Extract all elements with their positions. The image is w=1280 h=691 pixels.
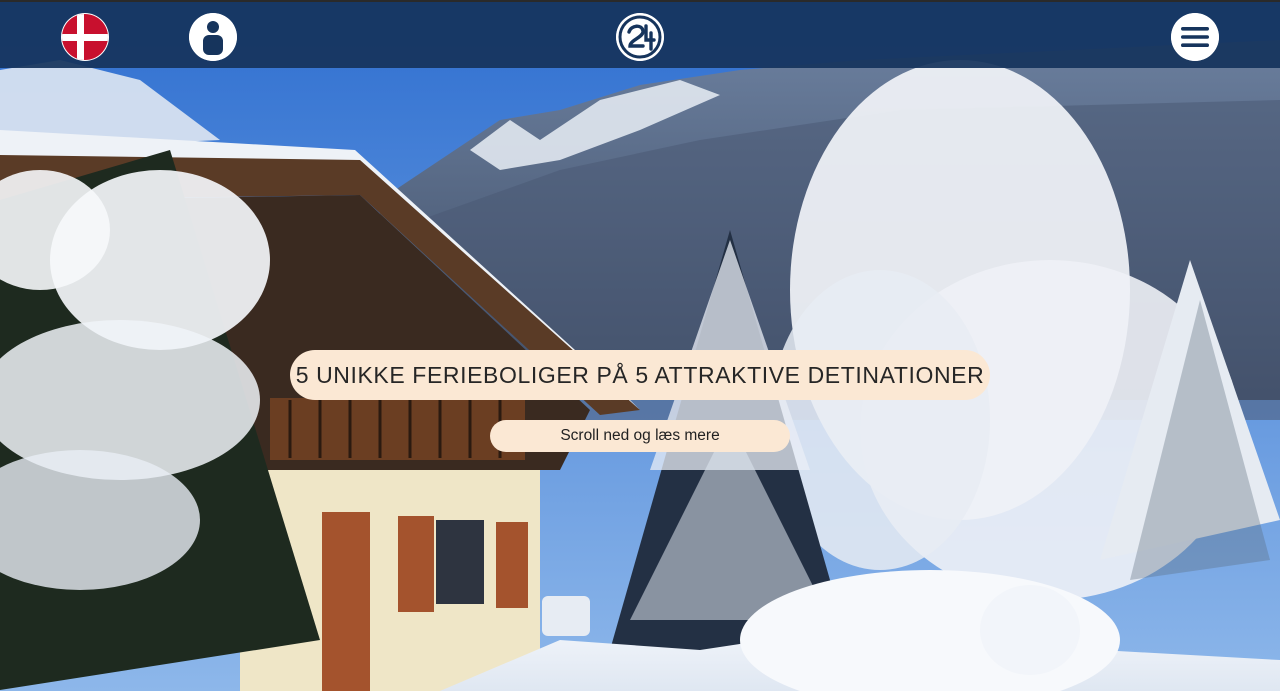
user-icon xyxy=(189,13,237,61)
brand-logo-icon xyxy=(616,13,664,61)
main-menu-button[interactable] xyxy=(1171,13,1219,61)
home-logo-button[interactable] xyxy=(616,13,664,61)
top-navigation-bar xyxy=(0,0,1280,68)
scroll-down-button[interactable]: Scroll ned og læs mere xyxy=(490,420,790,452)
account-button[interactable] xyxy=(189,13,237,61)
hero-background xyxy=(0,0,1280,691)
language-switcher-button[interactable] xyxy=(61,13,109,61)
winter-chalet-scene xyxy=(0,0,1280,691)
denmark-flag-icon xyxy=(62,14,108,60)
hero-headline: 5 UNIKKE FERIEBOLIGER PÅ 5 ATTRAKTIVE DE… xyxy=(290,350,990,400)
hamburger-menu-icon xyxy=(1171,13,1219,61)
